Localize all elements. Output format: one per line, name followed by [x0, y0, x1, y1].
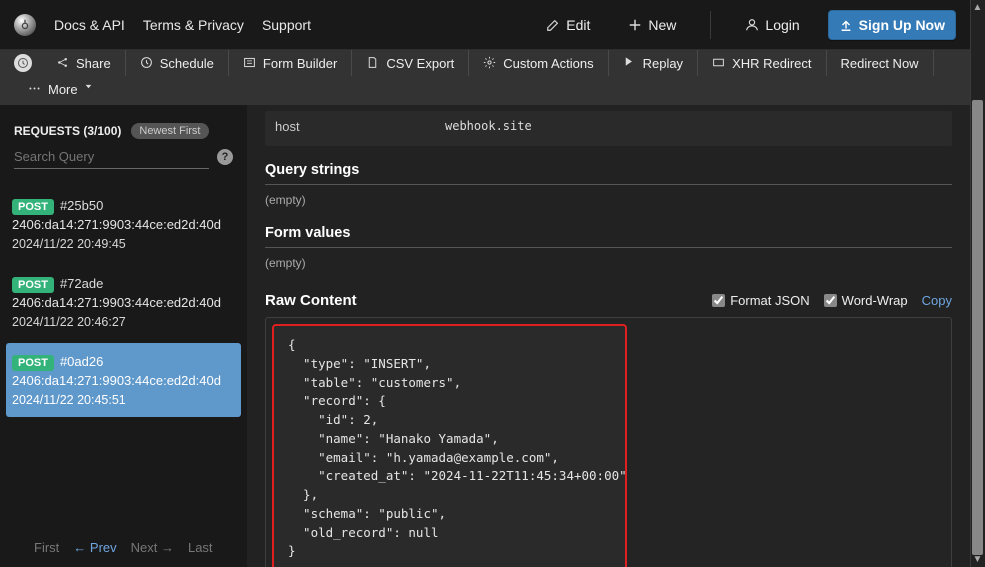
- method-badge: POST: [12, 199, 54, 215]
- xhr-redirect-button[interactable]: XHR Redirect: [698, 50, 826, 76]
- login-button[interactable]: Login: [735, 11, 809, 39]
- share-button[interactable]: Share: [42, 50, 126, 76]
- edit-label: Edit: [566, 17, 590, 33]
- schedule-icon: [140, 56, 154, 70]
- divider: [710, 11, 711, 39]
- nav-docs[interactable]: Docs & API: [54, 17, 125, 33]
- replay-button[interactable]: Replay: [609, 50, 698, 76]
- file-icon: [366, 56, 380, 70]
- clock-icon: [17, 57, 29, 69]
- query-strings-title: Query strings: [265, 152, 952, 185]
- edit-button[interactable]: Edit: [536, 11, 600, 39]
- requests-title: REQUESTS (3/100): [14, 124, 121, 138]
- sidebar: REQUESTS (3/100) Newest First ? POST #25b…: [0, 105, 247, 567]
- form-label: Form Builder: [263, 56, 337, 71]
- share-icon: [56, 56, 70, 70]
- schedule-label: Schedule: [160, 56, 214, 71]
- format-json-label: Format JSON: [730, 293, 809, 308]
- schedule-button[interactable]: Schedule: [126, 50, 229, 76]
- gear-icon: [483, 56, 497, 70]
- pager-last[interactable]: Last: [188, 540, 213, 555]
- user-icon: [745, 18, 759, 32]
- top-nav: Docs & API Terms & Privacy Support Edit …: [0, 0, 970, 50]
- signup-label: Sign Up Now: [859, 17, 945, 33]
- custom-label: Custom Actions: [503, 56, 593, 71]
- nav-terms[interactable]: Terms & Privacy: [143, 17, 244, 33]
- form-icon: [243, 56, 257, 70]
- csv-export-button[interactable]: CSV Export: [352, 50, 469, 76]
- scrollbar-up-icon[interactable]: ▲: [970, 0, 985, 15]
- toolbar: Share Schedule Form Builder CSV Export C…: [0, 50, 970, 105]
- request-time: 2024/11/22 20:45:51: [12, 391, 233, 409]
- request-ip: 2406:da14:271:9903:44ce:ed2d:40d: [12, 294, 233, 313]
- xhr-icon: [712, 56, 726, 70]
- more-label: More: [48, 82, 78, 97]
- redirect-now-button[interactable]: Redirect Now: [827, 50, 934, 76]
- raw-content-body[interactable]: { "type": "INSERT", "table": "customers"…: [272, 324, 627, 567]
- redirect-label: Redirect Now: [841, 56, 919, 71]
- caret-down-icon: [84, 82, 98, 96]
- upload-icon: [839, 18, 853, 32]
- header-row-host: host webhook.site: [275, 113, 942, 140]
- csv-label: CSV Export: [386, 56, 454, 71]
- pager-prev[interactable]: ← Prev: [73, 540, 116, 555]
- request-ip: 2406:da14:271:9903:44ce:ed2d:40d: [12, 372, 233, 391]
- share-label: Share: [76, 56, 111, 71]
- format-json-checkbox[interactable]: Format JSON: [712, 293, 809, 308]
- word-wrap-label: Word-Wrap: [842, 293, 908, 308]
- new-button[interactable]: New: [618, 11, 686, 39]
- copy-link[interactable]: Copy: [922, 293, 952, 308]
- header-value: webhook.site: [445, 119, 532, 134]
- word-wrap-input[interactable]: [824, 294, 837, 307]
- request-item[interactable]: POST #0ad26 2406:da14:271:9903:44ce:ed2d:4…: [6, 343, 241, 417]
- header-key: host: [275, 119, 445, 134]
- plus-icon: [628, 18, 642, 32]
- new-label: New: [648, 17, 676, 33]
- nav-support[interactable]: Support: [262, 17, 311, 33]
- replay-label: Replay: [643, 56, 683, 71]
- request-item[interactable]: POST #72ade 2406:da14:271:9903:44ce:ed2d:4…: [6, 265, 241, 339]
- vertical-scrollbar[interactable]: ▲ ▼: [970, 0, 985, 567]
- more-button[interactable]: More: [14, 76, 112, 102]
- request-id: #0ad26: [60, 354, 103, 369]
- form-builder-button[interactable]: Form Builder: [229, 50, 352, 76]
- form-values-title: Form values: [265, 215, 952, 248]
- xhr-label: XHR Redirect: [732, 56, 811, 71]
- raw-content-title: Raw Content: [265, 292, 357, 309]
- pager-first[interactable]: First: [34, 540, 59, 555]
- custom-actions-button[interactable]: Custom Actions: [469, 50, 608, 76]
- request-time: 2024/11/22 20:46:27: [12, 313, 233, 331]
- dots-icon: [28, 82, 42, 96]
- search-input[interactable]: [14, 145, 209, 169]
- signup-button[interactable]: Sign Up Now: [828, 10, 956, 40]
- pager: First ← Prev Next → Last: [34, 540, 213, 555]
- request-item[interactable]: POST #25b50 2406:da14:271:9903:44ce:ed2d:4…: [6, 187, 241, 261]
- clock-button[interactable]: [14, 50, 42, 76]
- help-icon[interactable]: ?: [217, 149, 233, 165]
- request-time: 2024/11/22 20:49:45: [12, 235, 233, 253]
- raw-content-outer: { "type": "INSERT", "table": "customers"…: [265, 317, 952, 567]
- content-pane: host webhook.site Query strings (empty) …: [247, 105, 970, 567]
- word-wrap-checkbox[interactable]: Word-Wrap: [824, 293, 908, 308]
- method-badge: POST: [12, 277, 54, 293]
- logo-icon[interactable]: [14, 14, 36, 36]
- pager-next[interactable]: Next →: [131, 540, 174, 555]
- format-json-input[interactable]: [712, 294, 725, 307]
- request-ip: 2406:da14:271:9903:44ce:ed2d:40d: [12, 216, 233, 235]
- scrollbar-down-icon[interactable]: ▼: [970, 552, 985, 567]
- sort-pill[interactable]: Newest First: [131, 123, 208, 139]
- play-icon: [623, 56, 637, 70]
- scrollbar-thumb[interactable]: [972, 100, 983, 555]
- request-id: #25b50: [60, 198, 103, 213]
- method-badge: POST: [12, 355, 54, 371]
- login-label: Login: [765, 17, 799, 33]
- query-strings-empty: (empty): [265, 191, 952, 215]
- pencil-icon: [546, 18, 560, 32]
- form-values-empty: (empty): [265, 254, 952, 278]
- request-id: #72ade: [60, 276, 103, 291]
